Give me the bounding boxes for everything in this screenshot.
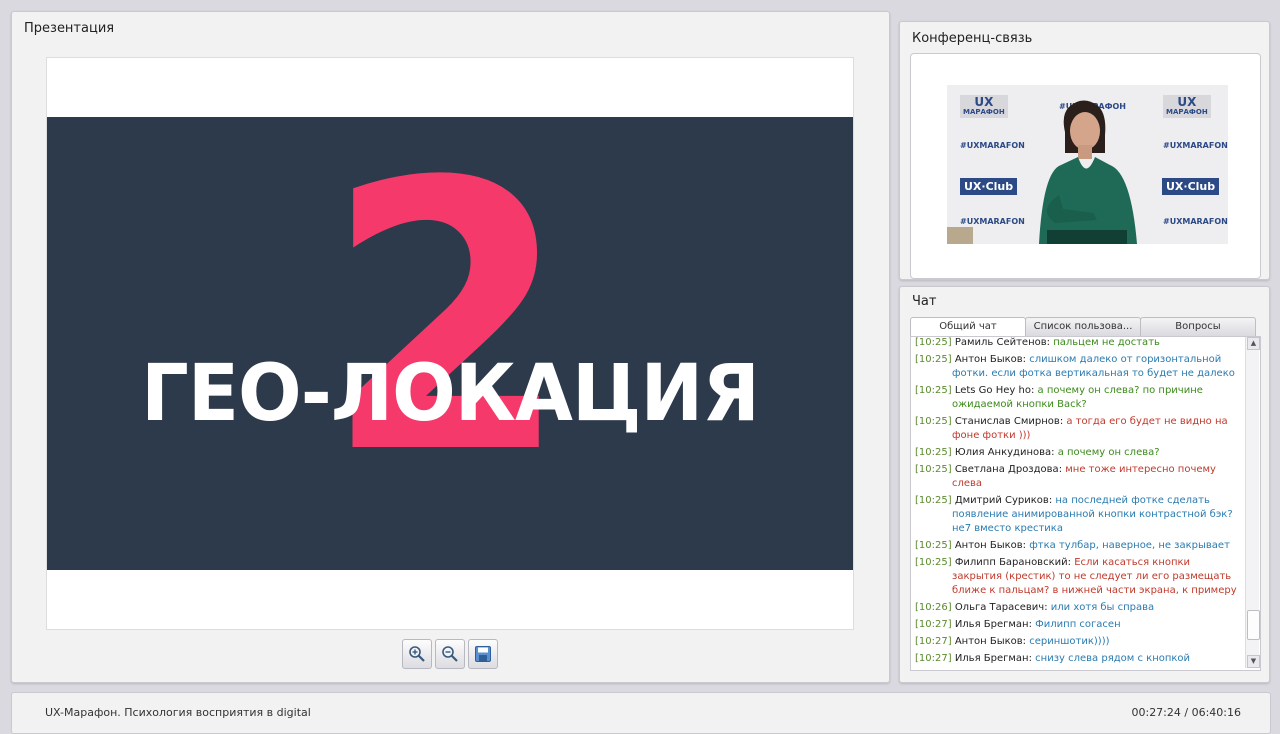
- message-text: Филипп согасен: [1035, 619, 1121, 630]
- message-author[interactable]: Светлана Дроздова: [955, 464, 1059, 475]
- chat-message: [10:25] Lets Go Hey ho: а почему он слев…: [915, 384, 1241, 412]
- conference-panel: Конференц-связь UXМАРАФОН #UXМАРАФОН UXМ…: [899, 21, 1270, 280]
- message-text: UI не продуман: [1053, 670, 1134, 671]
- footer-bar: UX-Марафон. Психология восприятия в digi…: [11, 692, 1271, 734]
- playback-time: 00:27:24 / 06:40:16: [1131, 706, 1241, 719]
- chat-message: [10:27] Антон Быков: сериншотик)))): [915, 635, 1241, 649]
- tab-user-list[interactable]: Список пользова...: [1025, 317, 1141, 336]
- scrollbar-thumb[interactable]: [1247, 610, 1260, 640]
- message-author[interactable]: Антон Быков: [955, 540, 1023, 551]
- tab-general-chat[interactable]: Общий чат: [910, 317, 1026, 337]
- presentation-toolbar: [402, 639, 498, 669]
- scroll-up-button[interactable]: ▲: [1247, 337, 1260, 350]
- message-time: [10:25]: [915, 447, 952, 458]
- message-time: [10:27]: [915, 619, 952, 630]
- slide: 2 ГЕО-ЛОКАЦИЯ: [46, 57, 854, 630]
- slide-number: 2: [324, 117, 570, 535]
- message-author[interactable]: Антон Быков: [955, 636, 1023, 647]
- chat-message: [10:26] Ольга Тарасевич: или хотя бы спр…: [915, 601, 1241, 615]
- message-author[interactable]: Илья Брегман: [955, 619, 1029, 630]
- video-frame: UXМАРАФОН #UXМАРАФОН UXМАРАФОН #UXMARAFO…: [910, 53, 1261, 279]
- slide-heading: ГЕО-ЛОКАЦИЯ: [141, 349, 760, 439]
- message-time: [10:25]: [915, 354, 952, 365]
- message-time: [10:25]: [915, 337, 952, 348]
- chat-message: [10:25] Филипп Барановский: Если касатьс…: [915, 556, 1241, 598]
- message-time: [10:26]: [915, 602, 952, 613]
- chat-tabs: Общий чат Список пользова... Вопросы: [910, 317, 1256, 337]
- message-author[interactable]: Станислав Смирнов: [955, 416, 1060, 427]
- message-author[interactable]: Рамиль Сейтенов: [955, 337, 1047, 348]
- message-time: [10:25]: [915, 495, 952, 506]
- event-title: UX-Марафон. Психология восприятия в digi…: [45, 706, 311, 719]
- chat-scrollbar[interactable]: ▲ ▼: [1245, 337, 1260, 668]
- message-text: а почему он слева?: [1057, 447, 1160, 458]
- chat-message: [10:25] Антон Быков: слишком далеко от г…: [915, 353, 1241, 381]
- speaker-figure: [947, 100, 1137, 244]
- message-author[interactable]: Ольга Тарасевич: [955, 602, 1044, 613]
- presentation-panel: Презентация 2 ГЕО-ЛОКАЦИЯ: [11, 11, 890, 683]
- message-author[interactable]: Дмитрий Суриков: [955, 495, 1049, 506]
- chat-title: Чат: [912, 294, 937, 309]
- slide-content: 2 ГЕО-ЛОКАЦИЯ: [47, 117, 853, 570]
- message-time: [10:25]: [915, 464, 952, 475]
- message-separator: :: [1047, 670, 1054, 671]
- tab-questions[interactable]: Вопросы: [1140, 317, 1256, 336]
- message-text: снизу слева рядом с кнопкой: [1035, 653, 1191, 664]
- chat-message: [10:25] Дмитрий Суриков: на последней фо…: [915, 494, 1241, 536]
- message-time: [10:27]: [915, 653, 952, 664]
- chat-message: [10:25] Светлана Дроздова: мне тоже инте…: [915, 463, 1241, 491]
- message-time: [10:25]: [915, 540, 952, 551]
- chat-panel: Чат Общий чат Список пользова... Вопросы…: [899, 286, 1270, 683]
- message-time: [10:27]: [915, 636, 952, 647]
- message-author[interactable]: Рамиль Сейтенов: [955, 670, 1047, 671]
- message-text: фтка тулбар, наверное, не закрывает: [1029, 540, 1230, 551]
- message-time: [10:25]: [915, 385, 952, 396]
- message-author[interactable]: Юлия Анкудинова: [955, 447, 1051, 458]
- chat-messages-box[interactable]: [10:25] Рамиль Сейтенов: пальцем не дост…: [910, 336, 1261, 671]
- message-author[interactable]: Филипп Барановский: [955, 557, 1068, 568]
- chat-message: [10:27] Рамиль Сейтенов: UI не продуман: [915, 669, 1241, 671]
- message-text: или хотя бы справа: [1050, 602, 1155, 613]
- chat-message: [10:25] Станислав Смирнов: а тогда его б…: [915, 415, 1241, 443]
- message-time: [10:25]: [915, 416, 952, 427]
- message-text: сериншотик)))): [1029, 636, 1110, 647]
- message-author[interactable]: Lets Go Hey ho: [955, 385, 1031, 396]
- message-author[interactable]: Антон Быков: [955, 354, 1023, 365]
- message-author[interactable]: Илья Брегман: [955, 653, 1029, 664]
- message-time: [10:27]: [915, 670, 952, 671]
- video-stream[interactable]: UXМАРАФОН #UXМАРАФОН UXМАРАФОН #UXMARAFO…: [947, 85, 1228, 244]
- chat-message: [10:27] Илья Брегман: снизу слева рядом …: [915, 652, 1241, 666]
- save-icon: [475, 646, 491, 662]
- message-time: [10:25]: [915, 557, 952, 568]
- zoom-in-icon: [409, 646, 425, 662]
- scroll-down-button[interactable]: ▼: [1247, 655, 1260, 668]
- chat-message: [10:27] Илья Брегман: Филипп согасен: [915, 618, 1241, 632]
- message-text: пальцем не достать: [1053, 337, 1160, 348]
- save-button[interactable]: [468, 639, 498, 669]
- zoom-out-button[interactable]: [435, 639, 465, 669]
- zoom-in-button[interactable]: [402, 639, 432, 669]
- zoom-out-icon: [442, 646, 458, 662]
- chat-message: [10:25] Рамиль Сейтенов: пальцем не дост…: [915, 337, 1241, 350]
- chat-message-list: [10:25] Рамиль Сейтенов: пальцем не дост…: [915, 337, 1241, 671]
- presentation-title: Презентация: [24, 21, 115, 36]
- chat-message: [10:25] Антон Быков: фтка тулбар, наверн…: [915, 539, 1241, 553]
- chat-message: [10:25] Юлия Анкудинова: а почему он сле…: [915, 446, 1241, 460]
- conference-title: Конференц-связь: [912, 31, 1033, 46]
